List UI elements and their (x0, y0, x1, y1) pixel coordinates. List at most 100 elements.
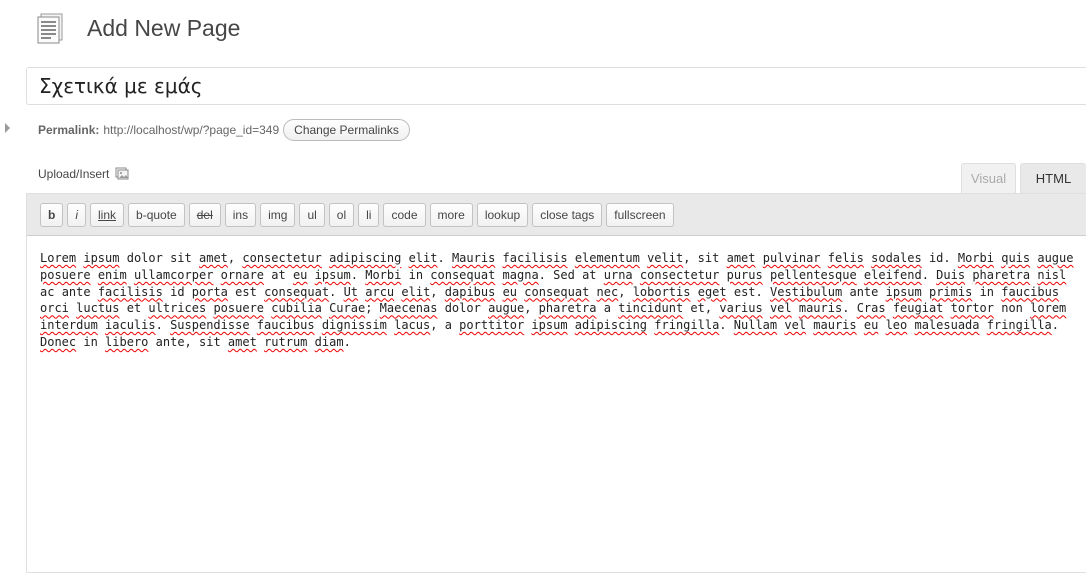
page-title: Add New Page (87, 15, 241, 41)
misspelled-word: pharetra (972, 267, 1031, 282)
misspelled-word: arcu (365, 284, 395, 299)
editor: b i link b-quote del ins img ul ol li code more look… (26, 193, 1086, 573)
misspelled-word: feugiat (892, 301, 944, 316)
misspelled-word: interdum (40, 318, 98, 333)
qt-button-ins[interactable]: ins (224, 202, 257, 227)
permalink-url[interactable]: http://localhost/wp/?page_id=349 (103, 123, 279, 137)
misspelled-word: elementum (574, 251, 640, 265)
misspelled-word: Morbi (957, 251, 994, 265)
misspelled-word: lobortis (632, 284, 691, 299)
misspelled-word: Duis (936, 267, 966, 282)
misspelled-word: rutrum (264, 334, 308, 349)
misspelled-word: dignissim (321, 318, 387, 333)
misspelled-word: amet (199, 251, 228, 265)
qt-button-del[interactable]: del (188, 202, 221, 227)
misspelled-word: iaculis (105, 318, 156, 333)
qt-button-ol[interactable]: ol (328, 202, 355, 227)
misspelled-word: porta (191, 284, 228, 299)
misspelled-word: malesuada (914, 318, 980, 333)
misspelled-word: augue (488, 301, 525, 316)
misspelled-word: ornare (220, 267, 265, 282)
misspelled-word: consequat (264, 284, 330, 299)
misspelled-word: posuere (40, 267, 91, 282)
misspelled-word: amet (227, 334, 257, 349)
qt-button-img[interactable]: img (260, 202, 296, 227)
misspelled-word: facilisis (97, 284, 163, 299)
misspelled-word: libero (105, 334, 149, 349)
misspelled-word: eu (863, 318, 879, 333)
misspelled-word: lacus (394, 318, 431, 333)
tab-visual[interactable]: Visual (961, 163, 1016, 193)
misspelled-word: porttitor (459, 318, 525, 333)
misspelled-word: felis (827, 251, 864, 265)
misspelled-word: dapibus (444, 284, 496, 299)
misspelled-word: consequat (524, 284, 590, 299)
qt-button-link[interactable]: link (90, 202, 125, 227)
change-permalinks-button[interactable]: Change Permalinks (283, 119, 410, 141)
misspelled-word: ipsum (885, 284, 922, 299)
misspelled-word: faucibus (256, 318, 315, 333)
misspelled-word: Ut (343, 284, 359, 299)
misspelled-word: consectetur (242, 251, 322, 265)
misspelled-word: Maecenas (379, 301, 438, 316)
misspelled-word: quis (1001, 251, 1031, 265)
misspelled-word: leo (885, 318, 908, 333)
misspelled-word: Lorem (40, 251, 77, 265)
editor-textarea[interactable]: Lorem ipsum dolor sit amet, consectetur … (27, 236, 1086, 365)
misspelled-word: orci (40, 301, 69, 316)
misspelled-word: fringilla (654, 318, 720, 333)
misspelled-word: tortor (950, 301, 994, 316)
misspelled-word: mauris (813, 318, 857, 333)
misspelled-word: pharetra (538, 301, 597, 316)
qt-button-lookup[interactable]: lookup (476, 202, 529, 227)
misspelled-word: adipiscing (574, 318, 648, 333)
misspelled-word: consectetur (639, 267, 720, 282)
misspelled-word: ultrices (148, 301, 207, 316)
qt-button-fullscreen[interactable]: fullscreen (606, 202, 674, 227)
misspelled-word: ipsum (83, 251, 120, 265)
misspelled-word: Morbi (365, 267, 402, 282)
misspelled-word: ullamcorper (133, 267, 214, 282)
tab-html[interactable]: HTML (1020, 163, 1086, 193)
title-field[interactable] (26, 67, 1086, 105)
qt-button-i[interactable]: i (67, 202, 87, 227)
misspelled-word: eleifend (863, 267, 922, 282)
misspelled-word: lorem (1030, 301, 1067, 316)
misspelled-word: varius (719, 301, 763, 316)
page-icon (37, 13, 63, 44)
add-media-icon[interactable] (115, 167, 129, 181)
misspelled-word: vel (784, 318, 807, 333)
misspelled-word: facilisis (502, 251, 568, 265)
qt-button-close-tags[interactable]: close tags (532, 202, 603, 227)
quicktags-toolbar: b i link b-quote del ins img ul ol li code more look… (27, 194, 1086, 236)
misspelled-word: Cras (856, 301, 886, 316)
misspelled-word: eget (697, 284, 727, 299)
misspelled-word: amet (726, 251, 756, 265)
permalink-label: Permalink: (38, 123, 100, 137)
misspelled-word: cubilia (271, 301, 322, 316)
misspelled-word: eu (502, 284, 518, 299)
collapse-menu-arrow-icon[interactable] (5, 123, 10, 133)
qt-button-code[interactable]: code (383, 202, 426, 227)
qt-button-b[interactable]: b (40, 202, 64, 227)
misspelled-word: vel (769, 301, 792, 316)
qt-button-more[interactable]: more (429, 202, 473, 227)
misspelled-word: diam (314, 334, 344, 349)
qt-button-li[interactable]: li (358, 202, 380, 227)
upload-insert-label: Upload/Insert (38, 167, 110, 181)
upload-insert: Upload/Insert (38, 167, 129, 181)
misspelled-word: Nullam (733, 318, 778, 333)
title-input[interactable] (37, 73, 941, 99)
misspelled-word: Donec (40, 334, 77, 349)
misspelled-word: ipsum (314, 267, 351, 282)
qt-button-b-quote[interactable]: b-quote (128, 202, 185, 227)
permalink-row: Permalink: http://localhost/wp/?page_id=… (38, 118, 410, 142)
misspelled-word: fringilla (986, 318, 1052, 333)
qt-button-ul[interactable]: ul (299, 202, 325, 227)
misspelled-word: luctus (76, 301, 120, 316)
misspelled-word: enim (97, 267, 127, 282)
misspelled-word: pulvinar (762, 251, 821, 265)
misspelled-word: Vestibulum (770, 284, 843, 299)
misspelled-word: nisl (1037, 267, 1067, 282)
misspelled-word: Mauris (451, 251, 496, 265)
